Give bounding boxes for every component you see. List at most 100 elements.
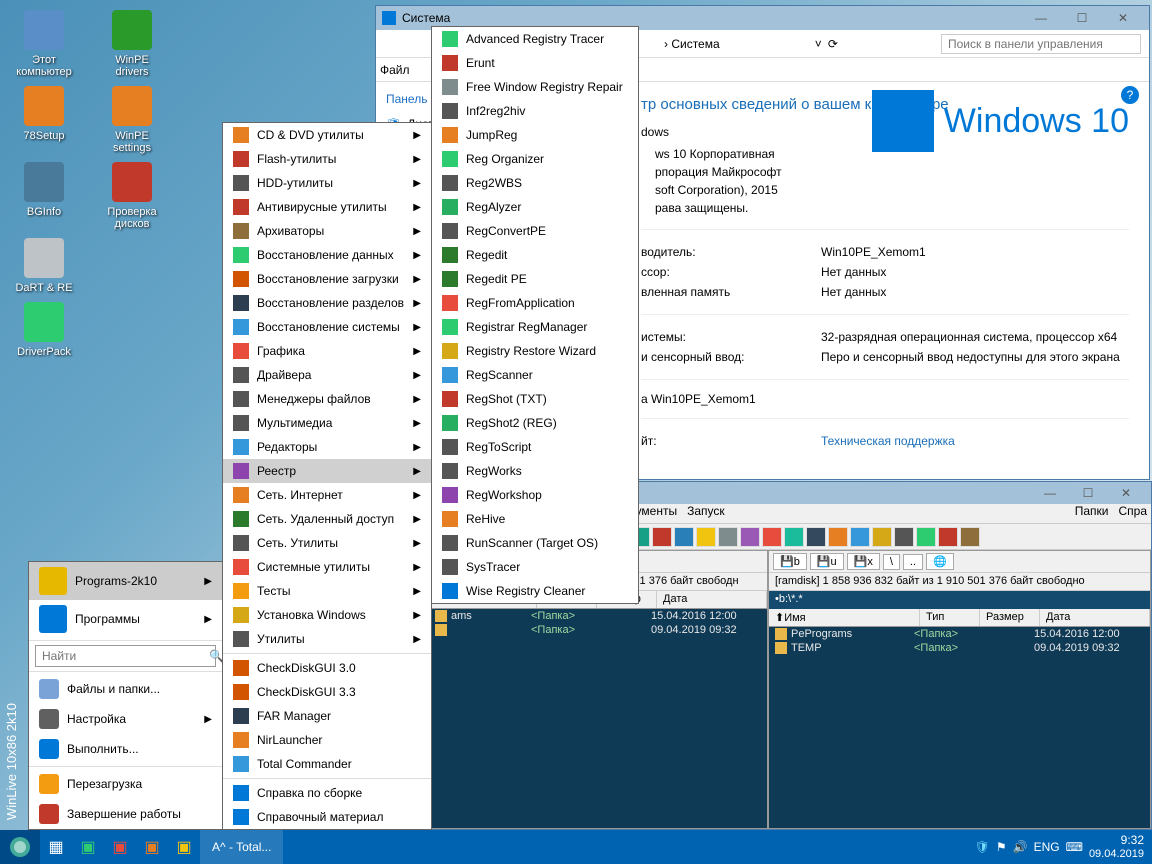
submenu-item[interactable]: Системные утилиты▶ [223,555,431,579]
desktop-item[interactable]: Проверка дисков [98,162,166,230]
registry-menu-item[interactable]: RegWorks [432,459,638,483]
pin2-icon[interactable]: ▣ [108,835,132,859]
submenu-item[interactable]: CheckDiskGUI 3.3 [223,680,431,704]
tray-lang[interactable]: ENG [1034,840,1060,854]
submenu-item[interactable]: Восстановление разделов▶ [223,291,431,315]
registry-menu-item[interactable]: Reg2WBS [432,171,638,195]
tc-toolbar-button[interactable] [718,527,738,547]
tray-date[interactable]: 09.04.2019 [1089,848,1144,860]
registry-menu-item[interactable]: Wise Registry Cleaner [432,579,638,603]
submenu-item[interactable]: Восстановление загрузки▶ [223,267,431,291]
tc-toolbar-button[interactable] [806,527,826,547]
maximize-button[interactable]: ☐ [1062,7,1102,29]
tray-volume-icon[interactable]: 🔊 [1013,840,1028,854]
desktop-item[interactable]: 78Setup [10,86,78,154]
desktop-item[interactable]: BGInfo [10,162,78,230]
registry-menu-item[interactable]: RegShot (TXT) [432,387,638,411]
start-menu-item[interactable]: Настройка▶ [29,704,222,734]
tray-flag-icon[interactable]: ⚑ [996,840,1007,854]
submenu-item[interactable]: Утилиты▶ [223,627,431,651]
registry-menu-item[interactable]: Regedit PE [432,267,638,291]
tc-toolbar-button[interactable] [828,527,848,547]
tc-toolbar-button[interactable] [762,527,782,547]
tc-toolbar-button[interactable] [872,527,892,547]
desktop-item[interactable]: Этот компьютер [10,10,78,78]
file-menu[interactable]: Файл [380,63,410,77]
registry-menu-item[interactable]: RegScanner [432,363,638,387]
submenu-item[interactable]: Менеджеры файлов▶ [223,387,431,411]
tc-column-header[interactable]: Дата [657,591,767,608]
breadcrumb[interactable]: › Система [664,37,720,51]
tc-toolbar-button[interactable] [696,527,716,547]
tc-column-header[interactable]: ⬆Имя [769,609,920,626]
submenu-item[interactable]: Сеть. Утилиты▶ [223,531,431,555]
tc-file-row[interactable]: <Папка>09.04.2019 09:32 [429,623,767,637]
desktop-item[interactable]: WinPE settings [98,86,166,154]
tc-drive-button[interactable]: 💾b [773,553,807,570]
taskview-icon[interactable]: ▦ [44,835,68,859]
submenu-item[interactable]: CD & DVD утилиты▶ [223,123,431,147]
tray-time[interactable]: 9:32 [1089,834,1144,847]
registry-menu-item[interactable]: RegToScript [432,435,638,459]
submenu-item[interactable]: CheckDiskGUI 3.0 [223,656,431,680]
start-button[interactable] [0,830,40,864]
submenu-item[interactable]: Драйвера▶ [223,363,431,387]
start-menu-item[interactable]: Завершение работы [29,799,222,829]
search-input[interactable] [941,34,1141,54]
submenu-item[interactable]: Сеть. Интернет▶ [223,483,431,507]
submenu-item[interactable]: Установка Windows▶ [223,603,431,627]
submenu-item[interactable]: Реестр▶ [223,459,431,483]
tc-menu-item[interactable]: Запуск [687,504,725,523]
registry-menu-item[interactable]: Registry Restore Wizard [432,339,638,363]
tc-right-path[interactable]: •b:\*.* [769,591,1150,609]
close-button[interactable]: ✕ [1103,7,1143,29]
submenu-item[interactable]: Мультимедиа▶ [223,411,431,435]
tc-toolbar-button[interactable] [740,527,760,547]
tc-toolbar-button[interactable] [850,527,870,547]
tray-keyboard-icon[interactable]: ⌨ [1066,840,1083,854]
tc-close-button[interactable]: ✕ [1107,483,1145,503]
registry-menu-item[interactable]: RegAlyzer [432,195,638,219]
submenu-item[interactable]: Архиваторы▶ [223,219,431,243]
submenu-item[interactable]: Справочный материал [223,805,431,829]
tc-column-header[interactable]: Размер [980,609,1040,626]
tc-nav-button[interactable]: .. [903,554,923,570]
registry-menu-item[interactable]: Inf2reg2hiv [432,99,638,123]
submenu-item[interactable]: Восстановление данных▶ [223,243,431,267]
registry-menu-item[interactable]: RegShot2 (REG) [432,411,638,435]
tc-toolbar-button[interactable] [674,527,694,547]
taskbar-task-totalcmd[interactable]: A^ - Total... [200,830,283,864]
desktop-item[interactable]: WinPE drivers [98,10,166,78]
tc-maximize-button[interactable]: ☐ [1069,483,1107,503]
tc-menu-item[interactable]: Спра [1118,504,1147,523]
tc-toolbar-button[interactable] [916,527,936,547]
submenu-item[interactable]: Total Commander [223,752,431,776]
registry-menu-item[interactable]: Erunt [432,51,638,75]
start-menu-item[interactable]: Программы▶ [29,600,222,638]
desktop-item[interactable]: DaRT & RE [10,238,78,294]
start-menu-item[interactable]: Programs-2k10▶ [29,562,222,600]
tc-nav-button[interactable]: \ [883,554,900,570]
start-menu-item[interactable]: Файлы и папки... [29,674,222,704]
registry-menu-item[interactable]: JumpReg [432,123,638,147]
submenu-item[interactable]: Редакторы▶ [223,435,431,459]
registry-menu-item[interactable]: SysTracer [432,555,638,579]
registry-menu-item[interactable]: Free Window Registry Repair [432,75,638,99]
tc-drive-button[interactable]: 💾x [847,553,880,570]
registry-menu-item[interactable]: Reg Organizer [432,147,638,171]
support-link[interactable]: Техническая поддержка [821,434,955,448]
submenu-item[interactable]: HDD-утилиты▶ [223,171,431,195]
registry-menu-item[interactable]: Registrar RegManager [432,315,638,339]
registry-menu-item[interactable]: RunScanner (Target OS) [432,531,638,555]
tc-toolbar-button[interactable] [784,527,804,547]
desktop-item[interactable]: DriverPack [10,302,78,358]
submenu-item[interactable]: Тесты▶ [223,579,431,603]
start-menu-item[interactable]: Перезагрузка [29,769,222,799]
tc-toolbar-button[interactable] [652,527,672,547]
submenu-item[interactable]: NirLauncher [223,728,431,752]
submenu-item[interactable]: Сеть. Удаленный доступ▶ [223,507,431,531]
pin3-icon[interactable]: ▣ [140,835,164,859]
registry-menu-item[interactable]: RegConvertPE [432,219,638,243]
tc-column-header[interactable]: Тип [920,609,980,626]
submenu-item[interactable]: Справка по сборке [223,781,431,805]
